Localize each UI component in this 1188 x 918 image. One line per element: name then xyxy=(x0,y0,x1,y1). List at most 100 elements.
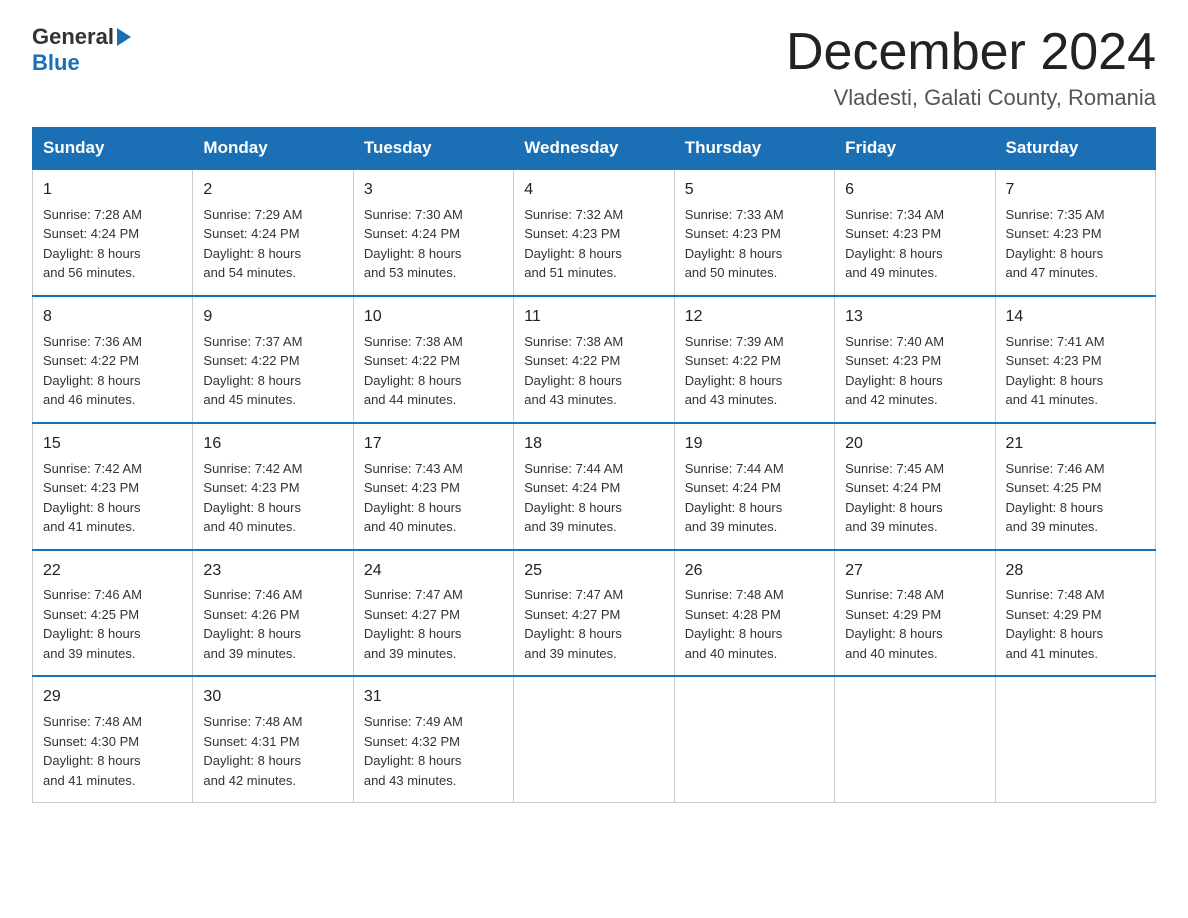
day-info: Sunrise: 7:49 AM Sunset: 4:32 PM Dayligh… xyxy=(364,712,503,790)
logo-blue-text: Blue xyxy=(32,50,80,76)
table-row: 15 Sunrise: 7:42 AM Sunset: 4:23 PM Dayl… xyxy=(33,423,193,550)
table-row xyxy=(995,676,1155,802)
day-number: 6 xyxy=(845,178,984,203)
calendar-week-4: 22 Sunrise: 7:46 AM Sunset: 4:25 PM Dayl… xyxy=(33,550,1156,677)
day-number: 26 xyxy=(685,559,824,584)
table-row: 5 Sunrise: 7:33 AM Sunset: 4:23 PM Dayli… xyxy=(674,169,834,296)
calendar-week-3: 15 Sunrise: 7:42 AM Sunset: 4:23 PM Dayl… xyxy=(33,423,1156,550)
table-row: 26 Sunrise: 7:48 AM Sunset: 4:28 PM Dayl… xyxy=(674,550,834,677)
day-info: Sunrise: 7:37 AM Sunset: 4:22 PM Dayligh… xyxy=(203,332,342,410)
day-number: 9 xyxy=(203,305,342,330)
table-row: 21 Sunrise: 7:46 AM Sunset: 4:25 PM Dayl… xyxy=(995,423,1155,550)
calendar-week-1: 1 Sunrise: 7:28 AM Sunset: 4:24 PM Dayli… xyxy=(33,169,1156,296)
day-number: 24 xyxy=(364,559,503,584)
table-row: 1 Sunrise: 7:28 AM Sunset: 4:24 PM Dayli… xyxy=(33,169,193,296)
table-row: 14 Sunrise: 7:41 AM Sunset: 4:23 PM Dayl… xyxy=(995,296,1155,423)
day-info: Sunrise: 7:38 AM Sunset: 4:22 PM Dayligh… xyxy=(364,332,503,410)
day-info: Sunrise: 7:36 AM Sunset: 4:22 PM Dayligh… xyxy=(43,332,182,410)
col-header-saturday: Saturday xyxy=(995,128,1155,170)
day-number: 19 xyxy=(685,432,824,457)
col-header-friday: Friday xyxy=(835,128,995,170)
table-row: 29 Sunrise: 7:48 AM Sunset: 4:30 PM Dayl… xyxy=(33,676,193,802)
day-info: Sunrise: 7:45 AM Sunset: 4:24 PM Dayligh… xyxy=(845,459,984,537)
table-row: 28 Sunrise: 7:48 AM Sunset: 4:29 PM Dayl… xyxy=(995,550,1155,677)
day-number: 12 xyxy=(685,305,824,330)
day-number: 11 xyxy=(524,305,663,330)
day-info: Sunrise: 7:39 AM Sunset: 4:22 PM Dayligh… xyxy=(685,332,824,410)
day-number: 31 xyxy=(364,685,503,710)
day-number: 5 xyxy=(685,178,824,203)
day-info: Sunrise: 7:42 AM Sunset: 4:23 PM Dayligh… xyxy=(43,459,182,537)
day-info: Sunrise: 7:48 AM Sunset: 4:31 PM Dayligh… xyxy=(203,712,342,790)
logo-arrow-icon xyxy=(117,28,131,46)
day-info: Sunrise: 7:48 AM Sunset: 4:28 PM Dayligh… xyxy=(685,585,824,663)
calendar-week-5: 29 Sunrise: 7:48 AM Sunset: 4:30 PM Dayl… xyxy=(33,676,1156,802)
day-info: Sunrise: 7:29 AM Sunset: 4:24 PM Dayligh… xyxy=(203,205,342,283)
day-info: Sunrise: 7:32 AM Sunset: 4:23 PM Dayligh… xyxy=(524,205,663,283)
day-number: 3 xyxy=(364,178,503,203)
day-number: 20 xyxy=(845,432,984,457)
day-info: Sunrise: 7:40 AM Sunset: 4:23 PM Dayligh… xyxy=(845,332,984,410)
day-number: 21 xyxy=(1006,432,1145,457)
day-info: Sunrise: 7:47 AM Sunset: 4:27 PM Dayligh… xyxy=(524,585,663,663)
day-info: Sunrise: 7:46 AM Sunset: 4:25 PM Dayligh… xyxy=(43,585,182,663)
day-info: Sunrise: 7:46 AM Sunset: 4:25 PM Dayligh… xyxy=(1006,459,1145,537)
location-title: Vladesti, Galati County, Romania xyxy=(786,85,1156,111)
table-row xyxy=(835,676,995,802)
logo-general-text: General xyxy=(32,24,114,50)
day-info: Sunrise: 7:48 AM Sunset: 4:29 PM Dayligh… xyxy=(1006,585,1145,663)
day-info: Sunrise: 7:30 AM Sunset: 4:24 PM Dayligh… xyxy=(364,205,503,283)
day-info: Sunrise: 7:34 AM Sunset: 4:23 PM Dayligh… xyxy=(845,205,984,283)
table-row: 17 Sunrise: 7:43 AM Sunset: 4:23 PM Dayl… xyxy=(353,423,513,550)
logo: General Blue xyxy=(32,24,131,76)
col-header-tuesday: Tuesday xyxy=(353,128,513,170)
day-info: Sunrise: 7:48 AM Sunset: 4:30 PM Dayligh… xyxy=(43,712,182,790)
col-header-wednesday: Wednesday xyxy=(514,128,674,170)
day-number: 16 xyxy=(203,432,342,457)
table-row: 20 Sunrise: 7:45 AM Sunset: 4:24 PM Dayl… xyxy=(835,423,995,550)
table-row xyxy=(674,676,834,802)
table-row: 23 Sunrise: 7:46 AM Sunset: 4:26 PM Dayl… xyxy=(193,550,353,677)
col-header-thursday: Thursday xyxy=(674,128,834,170)
table-row: 18 Sunrise: 7:44 AM Sunset: 4:24 PM Dayl… xyxy=(514,423,674,550)
day-number: 18 xyxy=(524,432,663,457)
day-info: Sunrise: 7:33 AM Sunset: 4:23 PM Dayligh… xyxy=(685,205,824,283)
day-number: 23 xyxy=(203,559,342,584)
day-number: 4 xyxy=(524,178,663,203)
calendar-week-2: 8 Sunrise: 7:36 AM Sunset: 4:22 PM Dayli… xyxy=(33,296,1156,423)
table-row: 6 Sunrise: 7:34 AM Sunset: 4:23 PM Dayli… xyxy=(835,169,995,296)
table-row: 22 Sunrise: 7:46 AM Sunset: 4:25 PM Dayl… xyxy=(33,550,193,677)
table-row: 19 Sunrise: 7:44 AM Sunset: 4:24 PM Dayl… xyxy=(674,423,834,550)
calendar-header-row: Sunday Monday Tuesday Wednesday Thursday… xyxy=(33,128,1156,170)
day-number: 29 xyxy=(43,685,182,710)
day-number: 17 xyxy=(364,432,503,457)
table-row: 3 Sunrise: 7:30 AM Sunset: 4:24 PM Dayli… xyxy=(353,169,513,296)
day-number: 15 xyxy=(43,432,182,457)
col-header-sunday: Sunday xyxy=(33,128,193,170)
day-number: 2 xyxy=(203,178,342,203)
table-row: 7 Sunrise: 7:35 AM Sunset: 4:23 PM Dayli… xyxy=(995,169,1155,296)
table-row: 10 Sunrise: 7:38 AM Sunset: 4:22 PM Dayl… xyxy=(353,296,513,423)
day-info: Sunrise: 7:42 AM Sunset: 4:23 PM Dayligh… xyxy=(203,459,342,537)
table-row: 4 Sunrise: 7:32 AM Sunset: 4:23 PM Dayli… xyxy=(514,169,674,296)
table-row: 13 Sunrise: 7:40 AM Sunset: 4:23 PM Dayl… xyxy=(835,296,995,423)
page-header: General Blue December 2024 Vladesti, Gal… xyxy=(32,24,1156,111)
day-info: Sunrise: 7:47 AM Sunset: 4:27 PM Dayligh… xyxy=(364,585,503,663)
day-number: 10 xyxy=(364,305,503,330)
day-number: 25 xyxy=(524,559,663,584)
table-row: 2 Sunrise: 7:29 AM Sunset: 4:24 PM Dayli… xyxy=(193,169,353,296)
day-info: Sunrise: 7:28 AM Sunset: 4:24 PM Dayligh… xyxy=(43,205,182,283)
table-row xyxy=(514,676,674,802)
day-info: Sunrise: 7:46 AM Sunset: 4:26 PM Dayligh… xyxy=(203,585,342,663)
col-header-monday: Monday xyxy=(193,128,353,170)
table-row: 16 Sunrise: 7:42 AM Sunset: 4:23 PM Dayl… xyxy=(193,423,353,550)
day-number: 14 xyxy=(1006,305,1145,330)
day-number: 7 xyxy=(1006,178,1145,203)
day-number: 27 xyxy=(845,559,984,584)
logo-line1: General xyxy=(32,24,131,50)
day-info: Sunrise: 7:38 AM Sunset: 4:22 PM Dayligh… xyxy=(524,332,663,410)
table-row: 8 Sunrise: 7:36 AM Sunset: 4:22 PM Dayli… xyxy=(33,296,193,423)
table-row: 31 Sunrise: 7:49 AM Sunset: 4:32 PM Dayl… xyxy=(353,676,513,802)
day-number: 8 xyxy=(43,305,182,330)
table-row: 24 Sunrise: 7:47 AM Sunset: 4:27 PM Dayl… xyxy=(353,550,513,677)
